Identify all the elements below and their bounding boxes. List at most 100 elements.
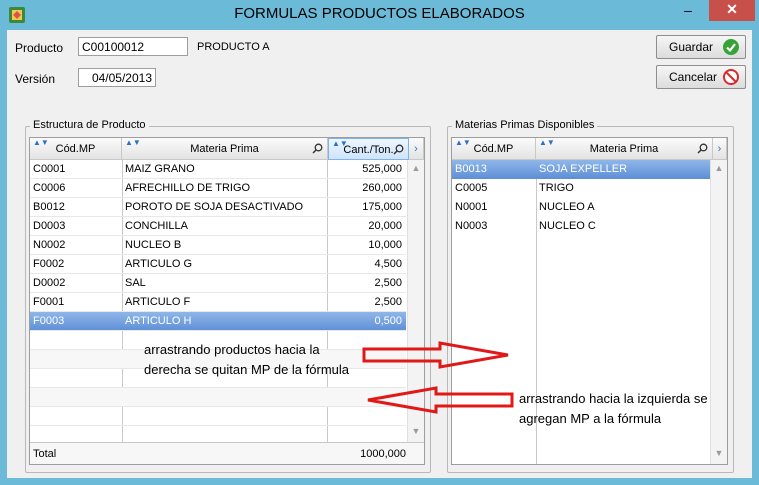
table-row[interactable]: N0002 NUCLEO B 10,000 — [30, 236, 406, 255]
cell-qty: 175,000 — [362, 201, 402, 213]
col-header-code[interactable]: ▲▼ Cód.MP — [30, 138, 122, 160]
cell-name: NUCLEO A — [539, 201, 595, 213]
empty-row — [30, 388, 406, 407]
col-header-code-label: Cód.MP — [55, 143, 96, 155]
cell-code: F0001 — [33, 296, 65, 308]
cell-qty: 2,500 — [374, 277, 402, 289]
close-button[interactable]: ✕ — [709, 0, 755, 21]
cell-qty: 0,500 — [374, 315, 402, 327]
scroll-down-icon[interactable]: ▼ — [711, 448, 727, 458]
structure-grid[interactable]: ▲▼ Cód.MP ▲▼ Materia Prima ▲▼ Cant./Ton. › … — [29, 137, 425, 465]
check-icon — [723, 39, 739, 55]
cell-qty: 525,000 — [362, 163, 402, 175]
table-row[interactable]: F0002 ARTICULO G 4,500 — [30, 255, 406, 274]
cell-name: CONCHILLA — [125, 220, 188, 232]
col-header-name-label: Materia Prima — [589, 143, 659, 155]
annotation-add: arrastrando hacia la izquierda se agrega… — [519, 389, 708, 429]
structure-group-title: Estructura de Producto — [30, 119, 149, 131]
cell-name: TRIGO — [539, 182, 574, 194]
save-button[interactable]: Guardar — [656, 35, 746, 59]
column-chooser-button[interactable]: › — [409, 138, 424, 160]
window-title: FORMULAS PRODUCTOS ELABORADOS — [234, 5, 525, 22]
search-icon[interactable] — [312, 143, 323, 154]
vertical-scrollbar[interactable]: ▲ ▼ — [710, 160, 727, 464]
cell-code: F0003 — [33, 315, 65, 327]
cell-code: N0003 — [455, 220, 488, 232]
sort-icon: ▲▼ — [125, 138, 141, 147]
table-row[interactable]: B0012 POROTO DE SOJA DESACTIVADO 175,000 — [30, 198, 406, 217]
annotation-remove-line2: derecha se quitan MP de la fórmula — [144, 362, 349, 377]
table-row[interactable]: D0002 SAL 2,500 — [30, 274, 406, 293]
table-row[interactable]: C0005 TRIGO — [452, 179, 710, 198]
cell-code: D0003 — [33, 220, 66, 232]
table-row[interactable]: N0003 NUCLEO C — [452, 217, 710, 236]
cell-code: B0013 — [455, 163, 487, 175]
minimize-button[interactable]: – — [675, 1, 701, 21]
cell-name: POROTO DE SOJA DESACTIVADO — [125, 201, 304, 213]
sort-icon: ▲▼ — [332, 139, 348, 148]
empty-row — [30, 407, 406, 426]
annotation-add-line1: arrastrando hacia la izquierda se — [519, 391, 708, 406]
column-chooser-button[interactable]: › — [713, 138, 727, 160]
annotation-add-line2: agregan MP a la fórmula — [519, 411, 662, 426]
frame-bottom — [0, 478, 759, 485]
frame-left — [0, 30, 7, 485]
row-divider — [30, 425, 406, 426]
table-row[interactable]: D0003 CONCHILLA 20,000 — [30, 217, 406, 236]
cell-code: B0012 — [33, 201, 65, 213]
cancel-button[interactable]: Cancelar — [656, 65, 746, 89]
formulas-window: FORMULAS PRODUCTOS ELABORADOS – ✕ Produc… — [0, 0, 759, 485]
col-header-name[interactable]: ▲▼ Materia Prima — [122, 138, 328, 160]
cell-qty: 4,500 — [374, 258, 402, 270]
cell-name: NUCLEO B — [125, 239, 182, 251]
col-header-code[interactable]: ▲▼ Cód.MP — [452, 138, 536, 160]
scroll-down-icon[interactable]: ▼ — [408, 426, 424, 436]
annotation-remove: arrastrando productos hacia la derecha s… — [144, 340, 349, 380]
cell-qty: 20,000 — [368, 220, 402, 232]
cell-code: C0006 — [33, 182, 66, 194]
table-row[interactable]: F0001 ARTICULO F 2,500 — [30, 293, 406, 312]
scroll-up-icon[interactable]: ▲ — [408, 163, 424, 173]
col-header-code-label: Cód.MP — [473, 143, 514, 155]
totals-row: Total 1000,000 — [30, 442, 424, 464]
cell-name: ARTICULO F — [125, 296, 191, 308]
table-row[interactable]: C0001 MAIZ GRANO 525,000 — [30, 160, 406, 179]
cell-qty: 10,000 — [368, 239, 402, 251]
title-bar: FORMULAS PRODUCTOS ELABORADOS – ✕ — [0, 0, 759, 30]
cell-name: MAIZ GRANO — [125, 163, 195, 175]
cell-code: C0001 — [33, 163, 66, 175]
table-row[interactable]: F0003 ARTICULO H 0,500 — [30, 312, 406, 331]
cell-name: NUCLEO C — [539, 220, 596, 232]
cell-qty: 260,000 — [362, 182, 402, 194]
arrow-right-icon — [362, 341, 509, 369]
arrow-left-icon — [367, 386, 514, 414]
version-field[interactable]: 04/05/2013 — [78, 68, 156, 87]
cancel-icon — [723, 69, 739, 85]
cell-code: F0002 — [33, 258, 65, 270]
frame-right — [752, 30, 759, 485]
col-header-name[interactable]: ▲▼ Materia Prima — [536, 138, 713, 160]
cell-name: ARTICULO G — [125, 258, 193, 270]
cell-name: SAL — [125, 277, 146, 289]
table-row[interactable]: C0006 AFRECHILLO DE TRIGO 260,000 — [30, 179, 406, 198]
scroll-up-icon[interactable]: ▲ — [711, 163, 727, 173]
save-button-label: Guardar — [669, 40, 714, 54]
total-label: Total — [33, 448, 57, 460]
annotation-remove-line1: arrastrando productos hacia la — [144, 342, 320, 357]
cell-qty: 2,500 — [374, 296, 402, 308]
sort-icon: ▲▼ — [33, 138, 49, 147]
sort-icon: ▲▼ — [539, 138, 555, 147]
cancel-button-label: Cancelar — [669, 70, 718, 84]
cell-code: N0001 — [455, 201, 488, 213]
producto-code-field[interactable]: C00100012 — [78, 37, 188, 56]
search-icon[interactable] — [393, 144, 404, 155]
col-header-qty[interactable]: ▲▼ Cant./Ton. — [328, 138, 409, 160]
cell-code: C0005 — [455, 182, 488, 194]
cell-code: N0002 — [33, 239, 66, 251]
table-row[interactable]: B0013 SOJA EXPELLER — [452, 160, 710, 179]
search-icon[interactable] — [697, 143, 708, 154]
version-label: Versión — [15, 72, 56, 86]
cell-name: AFRECHILLO DE TRIGO — [125, 182, 251, 194]
cell-name: SOJA EXPELLER — [539, 163, 628, 175]
table-row[interactable]: N0001 NUCLEO A — [452, 198, 710, 217]
